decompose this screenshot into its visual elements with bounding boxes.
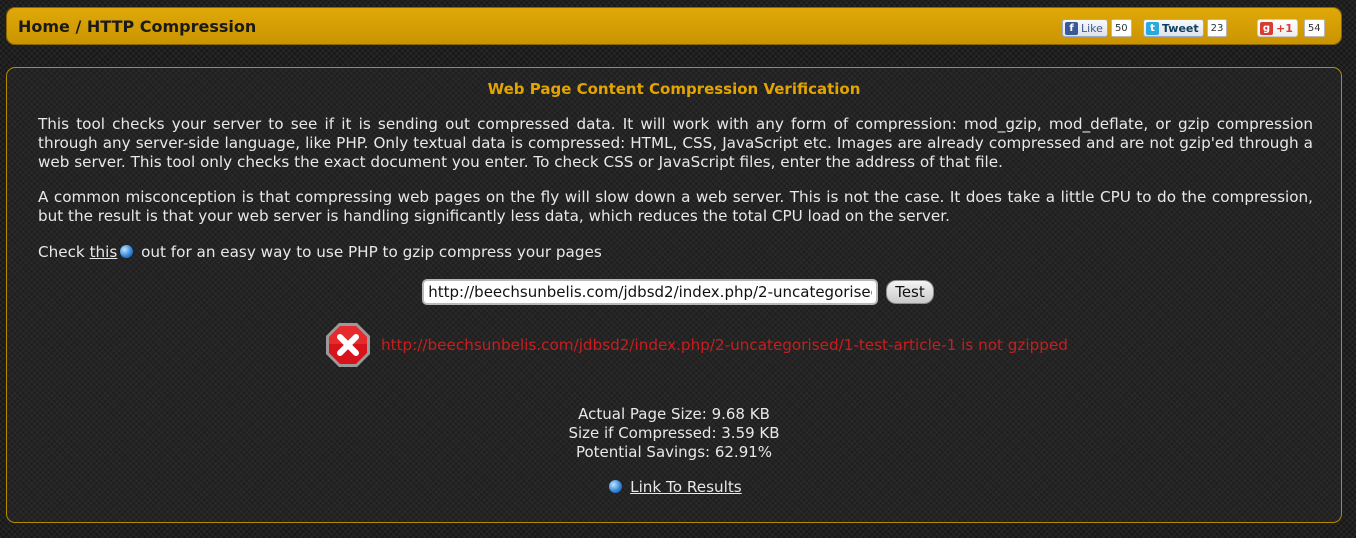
error-message: http://beechsunbelis.com/jdbsd2/index.ph… [381,336,1068,354]
twitter-icon: t [1146,21,1159,35]
potential-savings: Potential Savings: 62.91% [575,443,773,461]
page-title: HTTP Compression [86,17,257,36]
compressed-size: Size if Compressed: 3.59 KB [568,424,780,442]
php-tip-line: Check this out for an easy way to use PH… [38,243,1313,262]
test-button[interactable]: Test [886,280,934,304]
google-plus-count: 54 [1303,19,1325,37]
facebook-like-count: 50 [1110,19,1132,37]
php-tip-prefix: Check [38,243,90,261]
twitter-tweet-widget: t Tweet 23 [1143,18,1228,38]
header-bar: Home / HTTP Compression f Like 50 t Twee… [6,7,1342,45]
intro-paragraph: This tool checks your server to see if i… [38,115,1313,171]
results-link-row: Link To Results [7,478,1341,496]
actual-page-size: Actual Page Size: 9.68 KB [578,405,770,423]
result-message: http://beechsunbelis.com/jdbsd2/index.ph… [325,322,1068,368]
google-plus-label: +1 [1276,21,1293,35]
facebook-like-button[interactable]: f Like [1062,19,1108,37]
globe-icon [609,480,623,493]
php-tip-suffix: out for an easy way to use PHP to gzip c… [136,243,602,261]
globe-icon [120,245,134,258]
breadcrumb-separator: / [69,17,87,36]
misconception-paragraph: A common misconception is that compressi… [38,188,1313,225]
php-tip-link[interactable]: this [90,243,118,261]
breadcrumb: Home / HTTP Compression [18,17,256,36]
facebook-like-label: Like [1081,21,1103,35]
breadcrumb-home-link[interactable]: Home [18,17,70,36]
facebook-icon: f [1065,21,1078,35]
google-plus-icon: g [1260,21,1273,35]
twitter-tweet-label: Tweet [1162,21,1199,35]
twitter-tweet-button[interactable]: t Tweet [1143,19,1204,37]
stop-x-icon [325,322,371,368]
url-form: Test [7,279,1341,305]
facebook-like-widget: f Like 50 [1062,18,1132,38]
google-plus-button[interactable]: g +1 [1257,19,1298,37]
google-plus-widget: g +1 54 [1257,18,1325,38]
link-to-results[interactable]: Link To Results [630,478,742,496]
compression-stats: Actual Page Size: 9.68 KB Size if Compre… [7,405,1341,462]
tool-title: Web Page Content Compression Verificatio… [487,80,861,98]
compression-tool-panel: Web Page Content Compression Verificatio… [6,67,1342,523]
url-input[interactable] [422,279,879,305]
twitter-tweet-count: 23 [1206,19,1228,37]
